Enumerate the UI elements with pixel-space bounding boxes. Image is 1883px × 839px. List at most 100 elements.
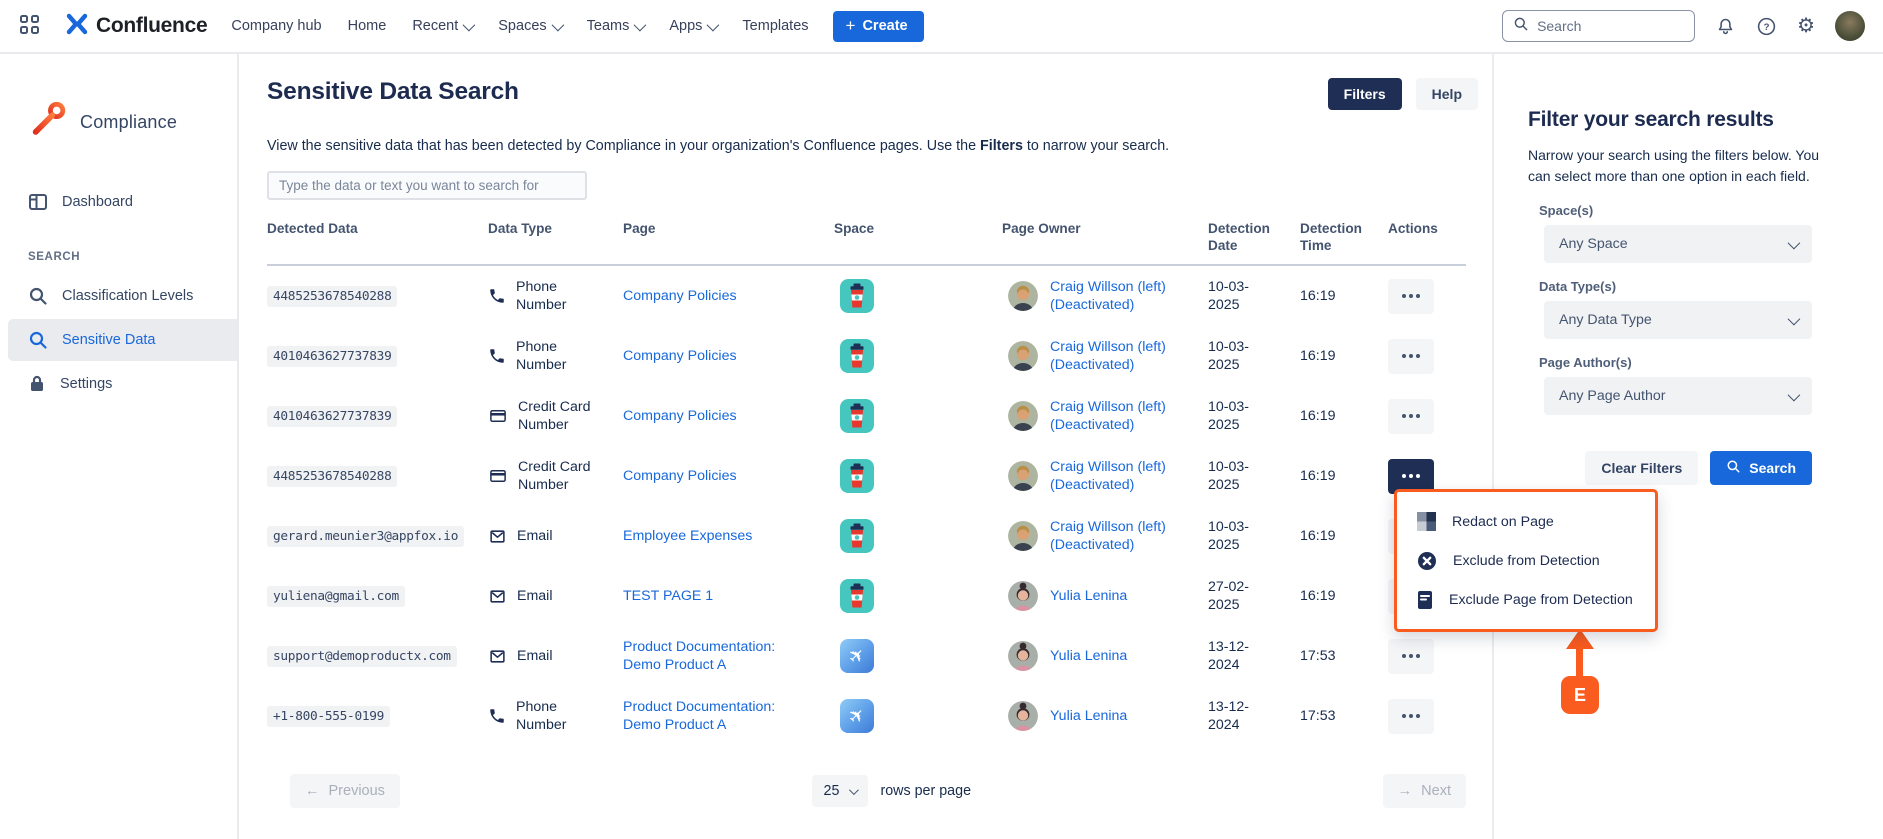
main-content: Sensitive Data Search Filters Help View … xyxy=(241,54,1492,839)
row-actions-button[interactable] xyxy=(1388,639,1434,674)
create-button[interactable]: + Create xyxy=(833,11,924,42)
detection-date: 10-03-2025 xyxy=(1208,458,1270,494)
column-header-detected-data: Detected Data xyxy=(267,220,407,237)
filters-button[interactable]: Filters xyxy=(1328,78,1402,110)
page-link[interactable]: Company Policies xyxy=(623,287,737,305)
next-button[interactable]: → Next xyxy=(1383,774,1466,808)
menu-item-redact-on-page[interactable]: Redact on Page xyxy=(1397,502,1655,541)
data-type-cell: Email xyxy=(488,647,623,665)
menu-item-label: Exclude Page from Detection xyxy=(1449,592,1633,608)
nav-item-company-hub[interactable]: Company hub xyxy=(231,18,321,34)
table-row: 4485253678540288Phone NumberCompany Poli… xyxy=(267,266,1466,326)
detection-date: 13-12-2024 xyxy=(1208,638,1270,674)
row-actions-button[interactable] xyxy=(1388,699,1434,734)
user-avatar[interactable] xyxy=(1835,11,1865,41)
page-owner-cell: Craig Willson (left) (Deactivated) xyxy=(1002,518,1208,554)
data-type-cell: Credit Card Number xyxy=(488,398,623,434)
page-owner-link[interactable]: Craig Willson (left) (Deactivated) xyxy=(1050,338,1202,374)
data-search-input[interactable] xyxy=(267,171,587,200)
nav-item-home[interactable]: Home xyxy=(348,18,387,34)
data-type-label: Credit Card Number xyxy=(518,398,596,434)
filter-select-space-s-[interactable]: Any Space xyxy=(1544,225,1812,263)
detected-data-chip: 4010463627737839 xyxy=(267,346,397,367)
previous-button[interactable]: ← Previous xyxy=(290,774,400,808)
page-owner-cell: Yulia Lenina xyxy=(1002,701,1208,731)
nav-item-recent[interactable]: Recent xyxy=(412,18,472,34)
space-cell: ✈ xyxy=(834,639,1002,673)
column-header-page-owner: Page Owner xyxy=(1002,220,1142,237)
rows-per-page-label: rows per page xyxy=(880,783,971,799)
arrow-right-icon: → xyxy=(1398,783,1413,799)
row-actions-button[interactable] xyxy=(1388,339,1434,374)
detection-date: 27-02-2025 xyxy=(1208,578,1270,614)
filter-select-value: Any Space xyxy=(1559,236,1628,252)
page-owner-cell: Craig Willson (left) (Deactivated) xyxy=(1002,278,1208,314)
global-search[interactable] xyxy=(1502,10,1695,42)
coffee-space-icon xyxy=(840,339,874,373)
nav-item-teams[interactable]: Teams xyxy=(587,18,644,34)
table-row: support@demoproductx.comEmailProduct Doc… xyxy=(267,626,1466,686)
menu-item-exclude-from-detection[interactable]: Exclude from Detection xyxy=(1397,541,1655,580)
nav-item-spaces[interactable]: Spaces xyxy=(498,18,560,34)
sidebar-item-settings[interactable]: Settings xyxy=(0,363,237,405)
page-link[interactable]: Company Policies xyxy=(623,407,737,425)
detection-time: 17:53 xyxy=(1300,708,1388,724)
confluence-mark-icon xyxy=(66,13,88,40)
page-owner-link[interactable]: Craig Willson (left) (Deactivated) xyxy=(1050,398,1202,434)
table-row: 4010463627737839Phone NumberCompany Poli… xyxy=(267,326,1466,386)
search-icon xyxy=(28,286,48,306)
page-link[interactable]: Product Documentation: Demo Product A xyxy=(623,698,798,734)
detected-data-cell: yuliena@gmail.com xyxy=(267,587,488,605)
sidebar-item-sensitive-data[interactable]: Sensitive Data xyxy=(8,319,237,361)
sidebar-item-dashboard[interactable]: Dashboard xyxy=(0,181,237,223)
actions-context-menu: Redact on PageExclude from Detection Excl… xyxy=(1394,489,1658,632)
redact-icon xyxy=(1417,512,1436,531)
settings-gear-icon[interactable]: ⚙ xyxy=(1797,16,1815,36)
page-owner-link[interactable]: Yulia Lenina xyxy=(1050,707,1127,725)
chevron-down-icon xyxy=(849,785,859,795)
row-actions-button[interactable] xyxy=(1388,399,1434,434)
row-actions-button[interactable] xyxy=(1388,279,1434,314)
page-owner-link[interactable]: Craig Willson (left) (Deactivated) xyxy=(1050,458,1202,494)
global-search-input[interactable] xyxy=(1537,18,1667,34)
filter-search-button[interactable]: Search xyxy=(1710,451,1812,485)
nav-item-label: Apps xyxy=(669,18,702,34)
page-link[interactable]: TEST PAGE 1 xyxy=(623,587,713,605)
detected-data-chip: yuliena@gmail.com xyxy=(267,586,405,607)
page-owner-link[interactable]: Yulia Lenina xyxy=(1050,647,1127,665)
filter-fields: Space(s)Any SpaceData Type(s)Any Data Ty… xyxy=(1528,203,1883,415)
page-owner-link[interactable]: Craig Willson (left) (Deactivated) xyxy=(1050,278,1202,314)
page-link[interactable]: Company Policies xyxy=(623,347,737,365)
filter-field: Space(s) Any Space xyxy=(1528,203,1883,263)
page-link[interactable]: Employee Expenses xyxy=(623,527,752,545)
filter-select-data-type-s-[interactable]: Any Data Type xyxy=(1544,301,1812,339)
app-switcher-icon[interactable] xyxy=(20,15,42,37)
nav-item-templates[interactable]: Templates xyxy=(742,18,808,34)
sidebar-item-classification-levels[interactable]: Classification Levels xyxy=(0,275,237,317)
data-type-label: Phone Number xyxy=(516,698,594,734)
nav-item-apps[interactable]: Apps xyxy=(669,18,716,34)
page-owner-link[interactable]: Yulia Lenina xyxy=(1050,587,1127,605)
search-icon xyxy=(28,330,48,350)
top-nav: Confluence Company hub Home Recent Spaces Te… xyxy=(0,0,1883,54)
search-icon xyxy=(1726,459,1741,477)
filter-field-label: Page Author(s) xyxy=(1539,355,1883,370)
help-icon[interactable]: ? xyxy=(1756,16,1777,37)
rows-per-page-select[interactable]: 25 xyxy=(812,775,869,807)
table-row: 4485253678540288Credit Card NumberCompan… xyxy=(267,446,1466,506)
help-button[interactable]: Help xyxy=(1416,78,1478,110)
craig-avatar xyxy=(1008,281,1038,311)
filter-field-label: Space(s) xyxy=(1539,203,1883,218)
page-link[interactable]: Product Documentation: Demo Product A xyxy=(623,638,798,674)
sidebar-section-label: SEARCH xyxy=(0,225,237,273)
confluence-logo[interactable]: Confluence xyxy=(66,13,207,40)
page-link[interactable]: Company Policies xyxy=(623,467,737,485)
space-cell xyxy=(834,339,1002,373)
clear-filters-button[interactable]: Clear Filters xyxy=(1585,451,1698,485)
detection-time: 16:19 xyxy=(1300,588,1388,604)
notifications-bell-icon[interactable] xyxy=(1715,16,1736,37)
filter-select-page-author-s-[interactable]: Any Page Author xyxy=(1544,377,1812,415)
page-owner-link[interactable]: Craig Willson (left) (Deactivated) xyxy=(1050,518,1202,554)
menu-item-exclude-page-from-detection[interactable]: Exclude Page from Detection xyxy=(1397,580,1655,619)
lock-icon xyxy=(28,374,46,394)
